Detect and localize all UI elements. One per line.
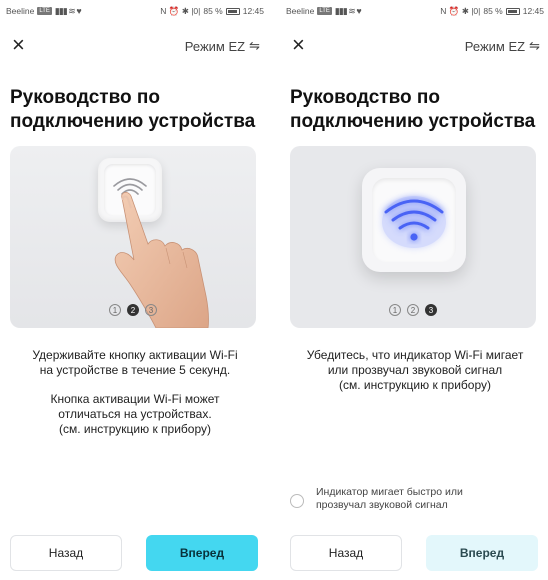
swap-icon: ⇋ (249, 38, 260, 53)
back-button[interactable]: Назад (10, 535, 122, 571)
screen-step-3: Beeline LTE ▮▮▮ ≋ ♥ N ⏰ ✱ |0| 85 % 12:45… (280, 0, 548, 580)
step-dot-1[interactable]: 1 (109, 304, 121, 316)
confirm-indicator-checkbox[interactable]: Индикатор мигает быстро или прозвучал зв… (290, 486, 540, 512)
carrier-name: Beeline (286, 6, 315, 16)
signal-icon: ▮▮▮ ≋ ♥ (54, 5, 82, 16)
hand-pointer-icon (114, 192, 209, 328)
carrier: Beeline LTE ▮▮▮ ≋ ♥ (6, 5, 82, 17)
system-icons: N ⏰ ✱ |0| 85 % 12:45 (160, 6, 264, 17)
carrier-badge: LTE (37, 7, 52, 15)
next-button[interactable]: Вперед (426, 535, 538, 571)
instruction-paragraph: Убедитесь, что индикатор Wi-Fi мигает ил… (288, 348, 542, 393)
page-title: Руководство по подключению устройства (10, 86, 260, 134)
next-button[interactable]: Вперед (146, 535, 258, 571)
page-title-line: подключению устройства (290, 111, 536, 132)
checkbox-circle[interactable] (290, 494, 304, 508)
ez-mode-label: Режим EZ (184, 38, 246, 54)
instruction-paragraph: Кнопка активации Wi-Fi может отличаться … (8, 392, 262, 437)
battery-icon (225, 7, 240, 15)
signal-icon: ▮▮▮ ≋ ♥ (334, 5, 362, 16)
page-title: Руководство по подключению устройства (290, 86, 540, 134)
checkbox-label: Индикатор мигает быстро или прозвучал зв… (316, 486, 463, 512)
status-bar: Beeline LTE ▮▮▮ ≋ ♥ N ⏰ ✱ |0| 85 % 12:45 (0, 0, 270, 22)
carrier-badge: LTE (317, 7, 332, 15)
instruction-line: (см. инструкцию к прибору) (59, 422, 211, 436)
page-title-line: Руководство по (10, 87, 160, 108)
instruction-line: или прозвучал звуковой сигнал (327, 363, 503, 377)
instruction-line: Убедитесь, что индикатор Wi-Fi мигает (306, 348, 524, 362)
instruction-text: Убедитесь, что индикатор Wi-Fi мигает ил… (288, 348, 542, 407)
carrier: Beeline LTE ▮▮▮ ≋ ♥ (286, 5, 362, 17)
system-status-icons: N ⏰ ✱ |0| (440, 5, 481, 16)
clock: 12:45 (242, 6, 264, 16)
status-bar: Beeline LTE ▮▮▮ ≋ ♥ N ⏰ ✱ |0| 85 % 12:45 (280, 0, 548, 22)
top-bar: × Режим EZ ⇋ (280, 30, 548, 60)
instruction-line: (см. инструкцию к прибору) (339, 378, 491, 392)
close-icon[interactable]: × (292, 34, 305, 56)
illustration-press-button: 1 2 3 (10, 146, 256, 328)
step-dot-3[interactable]: 3 (425, 304, 437, 316)
wifi-glow-icon (382, 196, 446, 248)
back-button[interactable]: Назад (290, 535, 402, 571)
page-title-line: подключению устройства (10, 111, 256, 132)
instruction-paragraph: Удерживайте кнопку активации Wi-Fi на ус… (8, 348, 262, 378)
step-dot-1[interactable]: 1 (389, 304, 401, 316)
screen-step-2: Beeline LTE ▮▮▮ ≋ ♥ N ⏰ ✱ |0| 85 % 12:45… (0, 0, 270, 580)
step-dot-2[interactable]: 2 (127, 304, 139, 316)
step-dot-3[interactable]: 3 (145, 304, 157, 316)
battery-percent: 85 % (203, 6, 223, 16)
instruction-line: Удерживайте кнопку активации Wi-Fi (32, 348, 238, 362)
battery-icon (505, 7, 520, 15)
step-pager: 1 2 3 (10, 304, 256, 316)
instruction-line: Кнопка активации Wi-Fi может (50, 392, 220, 406)
system-icons: N ⏰ ✱ |0| 85 % 12:45 (440, 6, 544, 17)
step-dot-2[interactable]: 2 (407, 304, 419, 316)
ez-mode-button[interactable]: Режим EZ ⇋ (185, 38, 260, 54)
checkbox-label-line: Индикатор мигает быстро или (316, 486, 463, 498)
top-bar: × Режим EZ ⇋ (0, 30, 270, 60)
ez-mode-button[interactable]: Режим EZ ⇋ (465, 38, 540, 54)
battery-percent: 85 % (483, 6, 503, 16)
swap-icon: ⇋ (529, 38, 540, 53)
clock: 12:45 (522, 6, 544, 16)
carrier-name: Beeline (6, 6, 35, 16)
instruction-line: на устройстве в течение 5 секунд. (39, 363, 231, 377)
instruction-line: отличаться на устройствах. (58, 407, 212, 421)
instruction-text: Удерживайте кнопку активации Wi-Fi на ус… (8, 348, 262, 451)
ez-mode-label: Режим EZ (464, 38, 526, 54)
checkbox-label-line: прозвучал звуковой сигнал (316, 499, 448, 511)
system-status-icons: N ⏰ ✱ |0| (160, 5, 201, 16)
device-button-illustration (362, 168, 466, 272)
page-title-line: Руководство по (290, 87, 440, 108)
step-pager: 1 2 3 (290, 304, 536, 316)
close-icon[interactable]: × (12, 34, 25, 56)
illustration-indicator-blinking: 1 2 3 (290, 146, 536, 328)
